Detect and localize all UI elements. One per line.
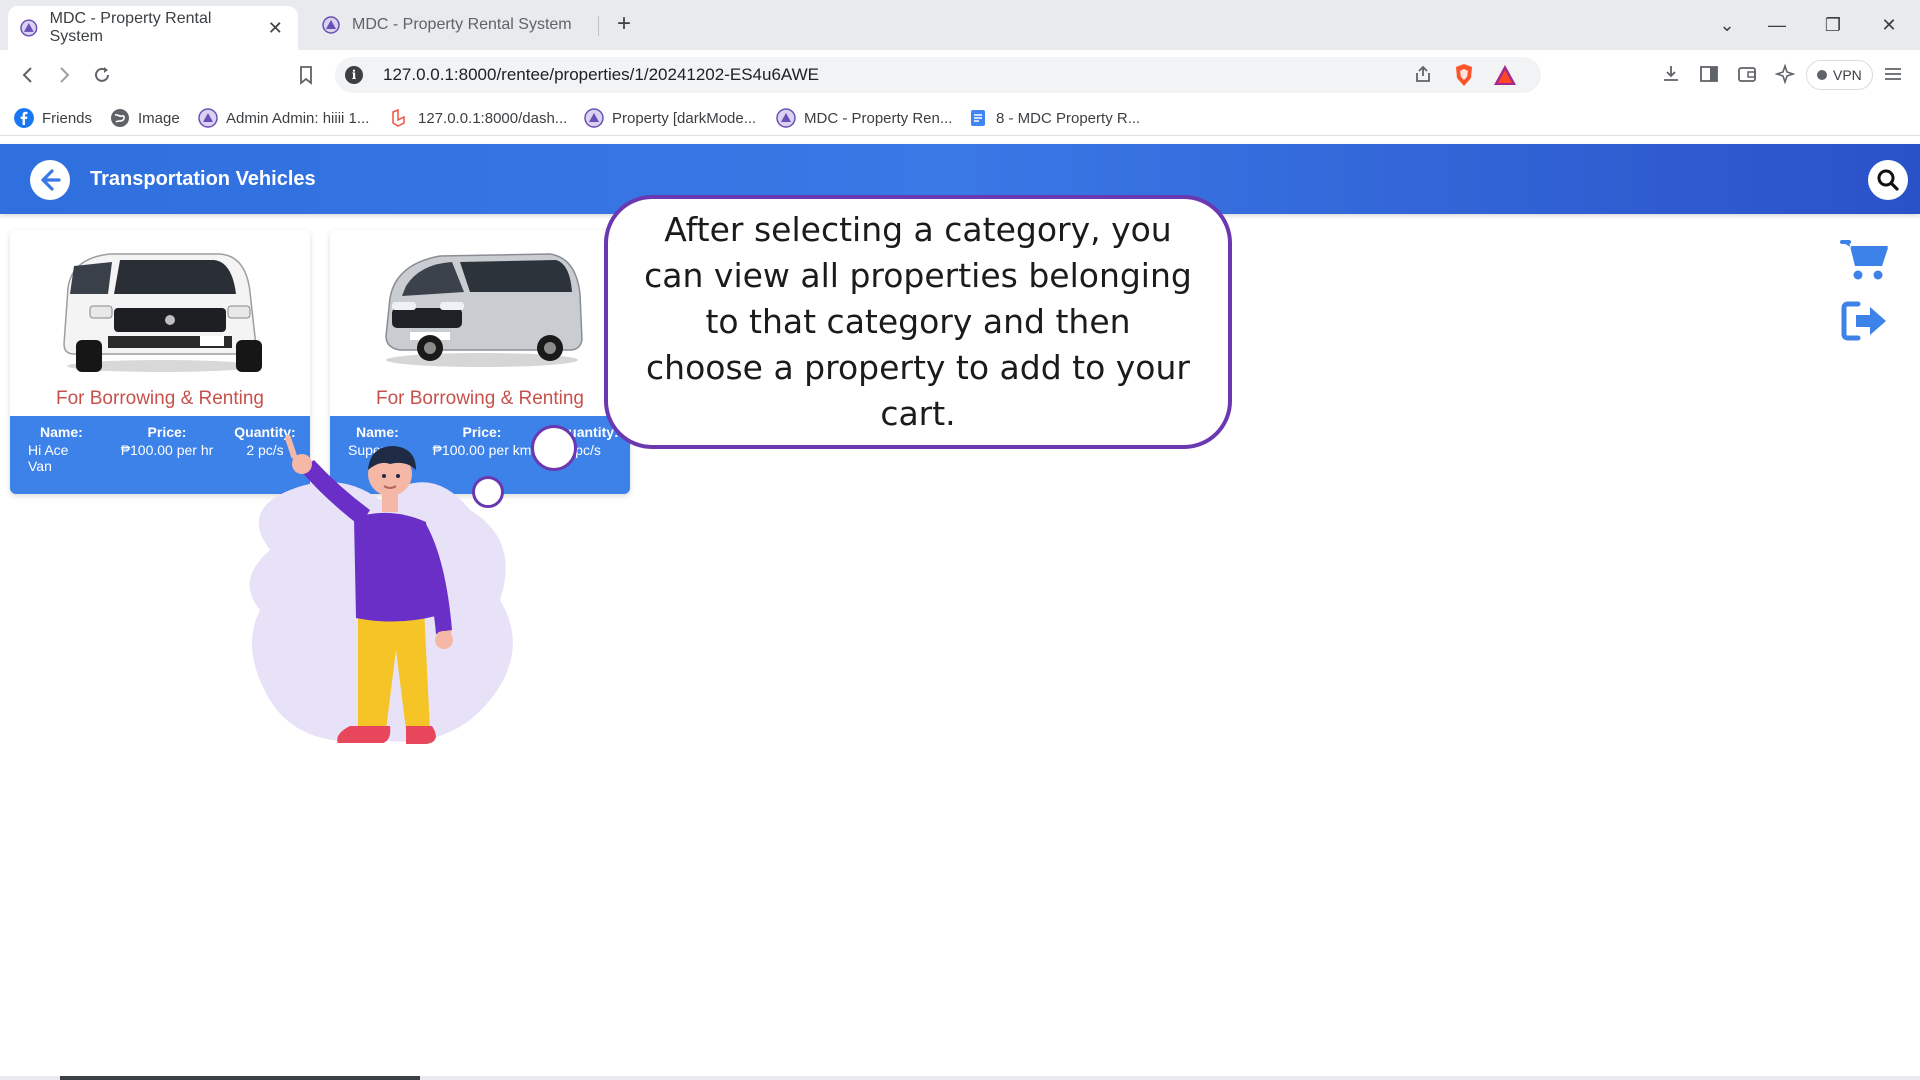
- white-van-image: [63, 253, 262, 372]
- globe-icon: [111, 109, 129, 127]
- vpn-status-icon: [1817, 70, 1827, 80]
- bookmark-image[interactable]: Image: [110, 108, 180, 128]
- guide-character-illustration: [249, 435, 513, 745]
- bookmark-label: MDC - Property Ren...: [804, 109, 953, 127]
- search-button[interactable]: [1868, 160, 1908, 200]
- forward-nav-button[interactable]: [50, 61, 78, 89]
- back-button[interactable]: [30, 160, 70, 200]
- leo-ai-icon[interactable]: [1772, 63, 1798, 85]
- new-tab-button[interactable]: +: [611, 12, 637, 38]
- thought-bubble-dot-large: [531, 425, 577, 471]
- window-close-button[interactable]: ✕: [1874, 10, 1904, 40]
- reload-icon: [95, 67, 109, 82]
- bookmarks-bar: Friends Image Admin Admin: hiiii 1... 12…: [0, 100, 1920, 136]
- reload-button[interactable]: [88, 61, 116, 89]
- bookmark-dashboard[interactable]: 127.0.0.1:8000/dash...: [390, 108, 567, 128]
- property-price: ₱100.00 per hr: [120, 442, 214, 458]
- bookmark-label: 8 - MDC Property R...: [996, 109, 1141, 127]
- bookmark-mdc-property[interactable]: MDC - Property Ren...: [776, 108, 952, 128]
- restore-button[interactable]: ❐: [1818, 10, 1848, 40]
- mdc-logo-icon: [20, 19, 38, 37]
- arrow-left-icon: [41, 169, 61, 191]
- search-icon: [1877, 169, 1899, 191]
- bookmark-label: Admin Admin: hiiii 1...: [226, 109, 370, 127]
- bookmark-icon: [300, 66, 312, 85]
- tab-active[interactable]: MDC - Property Rental System ✕: [8, 6, 298, 50]
- download-icon[interactable]: [1658, 63, 1684, 85]
- name-label: Name:: [40, 424, 83, 440]
- tab-search-button[interactable]: ⌄: [1712, 10, 1742, 40]
- bookmark-admin[interactable]: Admin Admin: hiiii 1...: [198, 108, 369, 128]
- tab-separator: [598, 16, 599, 36]
- facebook-icon: [14, 108, 34, 128]
- wallet-icon[interactable]: [1734, 63, 1760, 85]
- bookmark-label: Friends: [42, 109, 93, 127]
- browser-toolbar: i 127.0.0.1:8000/rentee/properties/1/202…: [0, 50, 1920, 100]
- back-nav-button[interactable]: [14, 61, 42, 89]
- tab-close-button[interactable]: ✕: [264, 18, 286, 39]
- bookmark-label: Property [darkMode...: [612, 109, 757, 127]
- bookmark-label: 127.0.0.1:8000/dash...: [418, 109, 568, 127]
- tutorial-text: After selecting a category, you can view…: [644, 210, 1192, 433]
- mdc-logo-icon: [776, 108, 796, 128]
- vpn-button[interactable]: VPN: [1806, 60, 1873, 90]
- address-text[interactable]: 127.0.0.1:8000/rentee/properties/1/20241…: [383, 65, 819, 85]
- brave-rewards-icon[interactable]: [1493, 64, 1517, 86]
- minimize-button[interactable]: —: [1762, 10, 1792, 40]
- share-icon[interactable]: [1413, 64, 1433, 84]
- mdc-logo-icon: [584, 108, 604, 128]
- tutorial-speech-bubble[interactable]: After selecting a category, you can view…: [604, 195, 1232, 449]
- address-bar[interactable]: i 127.0.0.1:8000/rentee/properties/1/202…: [335, 57, 1541, 93]
- laravel-icon: [392, 108, 405, 127]
- mdc-logo-icon: [198, 108, 218, 128]
- bookmark-friends[interactable]: Friends: [14, 108, 92, 128]
- name-column: Name: Hi Ace Van: [28, 424, 118, 474]
- page-bottom-bar: [0, 1076, 1920, 1080]
- cart-icon[interactable]: [1840, 236, 1890, 282]
- arrow-left-icon: [22, 67, 32, 83]
- price-label: Price:: [147, 424, 187, 440]
- silver-van-image: [385, 253, 583, 367]
- logout-icon[interactable]: [1840, 298, 1890, 344]
- bookmark-button[interactable]: [292, 61, 320, 89]
- tab-title: MDC - Property Rental System: [49, 10, 212, 45]
- thought-bubble-dot-small: [472, 476, 504, 508]
- listing-type-label: For Borrowing & Renting: [375, 388, 585, 409]
- page-title: Transportation Vehicles: [90, 168, 316, 190]
- bookmark-docs[interactable]: 8 - MDC Property R...: [968, 108, 1140, 128]
- mdc-logo-icon: [322, 16, 340, 34]
- menu-icon[interactable]: [1880, 63, 1906, 85]
- brave-shield-icon[interactable]: [1453, 63, 1475, 87]
- price-column: Price: ₱100.00 per hr: [112, 424, 222, 458]
- tab-inactive[interactable]: MDC - Property Rental System: [310, 6, 590, 44]
- bottom-bar-segment: [60, 1076, 420, 1080]
- tab-title: MDC - Property Rental System: [352, 16, 572, 33]
- vpn-label: VPN: [1833, 67, 1862, 83]
- docs-icon: [971, 110, 985, 126]
- arrow-right-icon: [60, 67, 70, 83]
- bookmark-label: Image: [138, 109, 180, 127]
- listing-type-label: For Borrowing & Renting: [55, 388, 265, 409]
- property-name: Hi Ace Van: [28, 442, 69, 474]
- site-info-icon[interactable]: i: [345, 66, 363, 84]
- bookmark-property-darkmode[interactable]: Property [darkMode...: [584, 108, 756, 128]
- sidebar-icon[interactable]: [1696, 63, 1722, 85]
- tab-strip: MDC - Property Rental System ✕ MDC - Pro…: [0, 0, 1920, 50]
